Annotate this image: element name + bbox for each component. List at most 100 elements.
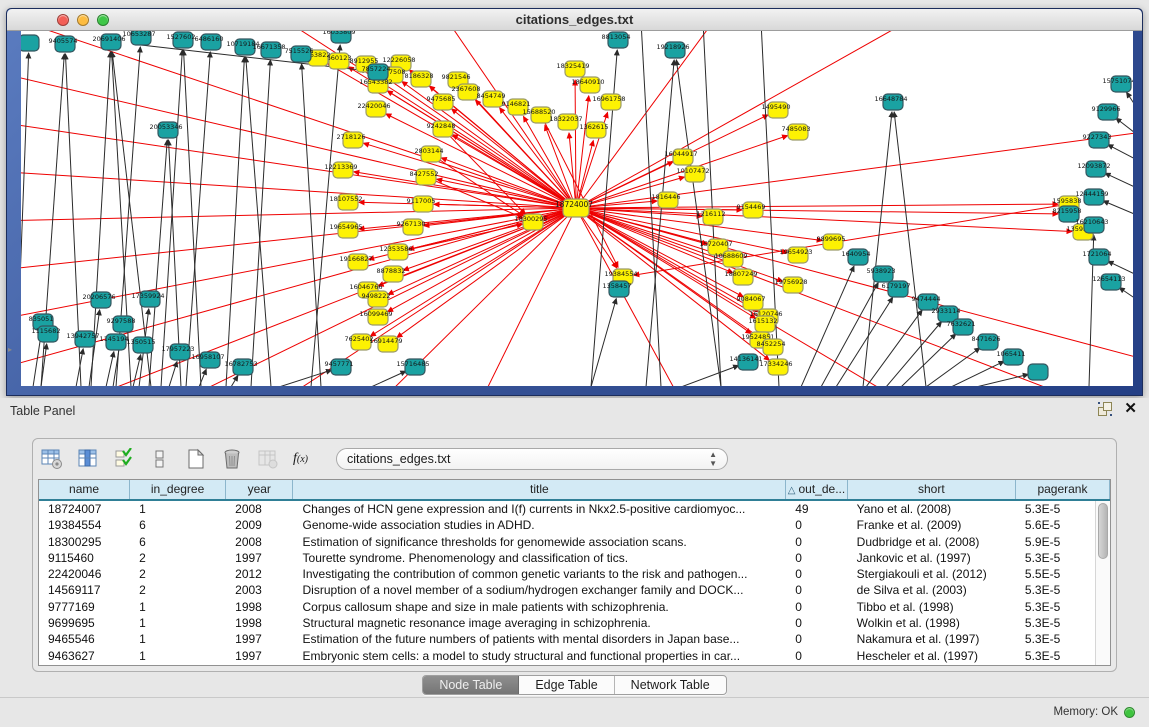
graph-node-teal[interactable]: 7632621 [947, 319, 976, 335]
cell-out_de[interactable]: 0 [786, 648, 847, 664]
graph-node-teal[interactable]: 12654113 [1092, 274, 1125, 290]
cell-in_degree[interactable]: 1 [130, 631, 226, 647]
graph-node-teal[interactable]: 16958107 [191, 352, 224, 368]
cell-title[interactable]: Investigating the contribution of common… [294, 566, 787, 582]
graph-node-yellow[interactable]: 22420046 [357, 101, 390, 117]
network-canvas[interactable]: 8660123891295512226058982750816543382818… [21, 31, 1133, 386]
cell-name[interactable]: 14569117 [39, 582, 130, 598]
cell-year[interactable]: 1998 [226, 599, 293, 615]
function-builder-icon[interactable]: f(x) [293, 451, 308, 467]
cell-short[interactable]: Dudbridge et al. (2008) [848, 534, 1016, 550]
graph-node-teal[interactable]: 15716485 [396, 359, 429, 375]
graph-node-yellow[interactable]: 1816446 [652, 192, 681, 208]
cell-out_de[interactable]: 0 [786, 599, 847, 615]
cell-name[interactable]: 18300295 [39, 534, 130, 550]
cell-in_degree[interactable]: 6 [130, 534, 226, 550]
cell-year[interactable]: 1997 [226, 550, 293, 566]
graph-node-teal[interactable]: 9227343 [1083, 132, 1112, 148]
graph-node-yellow[interactable]: 19654923 [779, 247, 812, 263]
cell-in_degree[interactable]: 6 [130, 517, 226, 533]
graph-node-yellow[interactable]: 9498222 [362, 291, 391, 307]
cell-in_degree[interactable]: 1 [130, 615, 226, 631]
graph-node-yellow[interactable]: 8186328 [405, 71, 434, 87]
graph-node-teal[interactable]: 15751074 [1102, 76, 1133, 92]
cell-out_de[interactable]: 0 [786, 615, 847, 631]
table-settings-icon[interactable] [41, 448, 63, 470]
graph-node-teal[interactable]: 13942757 [66, 331, 99, 347]
graph-node-yellow[interactable]: 2718126 [337, 132, 366, 148]
cell-short[interactable]: Tibbo et al. (1998) [848, 599, 1016, 615]
graph-node-yellow[interactable]: 16914479 [369, 336, 402, 352]
tab-network-table[interactable]: Network Table [615, 676, 726, 694]
graph-node-teal[interactable]: 16671358 [252, 42, 285, 58]
cell-name[interactable]: 9463627 [39, 648, 130, 664]
graph-node-yellow[interactable]: 1216112 [697, 209, 726, 225]
graph-node-teal[interactable]: 20691406 [92, 34, 125, 50]
cell-short[interactable]: Nakamura et al. (1997) [848, 631, 1016, 647]
graph-node-yellow[interactable]: 17334246 [759, 359, 792, 375]
cell-in_degree[interactable]: 2 [130, 550, 226, 566]
cell-year[interactable]: 2008 [226, 534, 293, 550]
cell-out_de[interactable]: 0 [786, 534, 847, 550]
graph-node-teal[interactable]: 1721064 [1083, 249, 1112, 265]
cell-short[interactable]: Wolkin et al. (1998) [848, 615, 1016, 631]
graph-node-teal[interactable]: 1527602 [167, 32, 196, 48]
cell-name[interactable]: 9777169 [39, 599, 130, 615]
cell-year[interactable]: 2009 [226, 517, 293, 533]
cell-out_de[interactable]: 0 [786, 517, 847, 533]
cell-out_de[interactable]: 0 [786, 566, 847, 582]
graph-node-yellow[interactable]: 18807249 [724, 269, 757, 285]
cell-name[interactable]: 22420046 [39, 566, 130, 582]
column-header-title[interactable]: title [293, 480, 786, 499]
graph-node-teal[interactable]: 6179197 [882, 281, 911, 297]
graph-node-teal[interactable] [21, 35, 39, 51]
graph-node-teal[interactable]: 17957223 [161, 344, 194, 360]
graph-node-yellow[interactable]: 9267130 [397, 219, 426, 235]
graph-node-teal[interactable]: 20206576 [82, 292, 115, 308]
graph-node-teal[interactable]: 9457771 [325, 359, 354, 375]
network-table-select[interactable]: citations_edges.txt ▲▼ [336, 448, 728, 470]
graph-node-yellow[interactable]: 9117005 [407, 196, 436, 212]
graph-node-yellow[interactable]: 16099469 [359, 309, 392, 325]
cell-short[interactable]: Yano et al. (2008) [848, 501, 1016, 517]
graph-node-yellow[interactable]: 9242848 [427, 121, 456, 137]
graph-node-yellow[interactable]: 9084067 [737, 294, 766, 310]
table-row[interactable]: 1456911722003Disruption of a novel membe… [39, 582, 1110, 598]
table-vertical-scrollbar[interactable] [1095, 501, 1110, 665]
cell-short[interactable]: de Silva et al. (2003) [848, 582, 1016, 598]
graph-node-teal[interactable]: 19218926 [656, 42, 689, 58]
cell-name[interactable]: 19384554 [39, 517, 130, 533]
graph-node-teal[interactable]: 9129966 [1092, 104, 1121, 120]
create-table-icon[interactable] [185, 448, 207, 470]
cell-out_de[interactable]: 49 [786, 501, 847, 517]
graph-node-teal[interactable]: 1358457 [603, 281, 632, 297]
tab-edge-table[interactable]: Edge Table [519, 676, 614, 694]
graph-node-teal[interactable]: 16782753 [224, 359, 257, 375]
scrollbar-thumb[interactable] [1098, 503, 1108, 559]
table-row[interactable]: 977716911998Corpus callosum shape and si… [39, 599, 1110, 615]
cell-year[interactable]: 2008 [226, 501, 293, 517]
graph-node-teal[interactable]: 9297588 [107, 316, 136, 332]
graph-node-yellow[interactable]: 16961758 [592, 94, 625, 110]
table-row[interactable]: 969969511998Structural magnetic resonanc… [39, 615, 1110, 631]
graph-node-yellow[interactable]: 9475685 [427, 94, 456, 110]
column-header-name[interactable]: name [39, 480, 130, 499]
graph-node-teal[interactable]: 8813054 [602, 32, 631, 48]
graph-node-yellow[interactable]: 7485083 [782, 124, 811, 140]
cell-short[interactable]: Franke et al. (2009) [848, 517, 1016, 533]
table-row[interactable]: 946362711997Embryonic stem cells: a mode… [39, 648, 1110, 664]
graph-node-teal[interactable]: 16033809 [322, 31, 355, 43]
graph-node-yellow[interactable]: 8452254 [757, 339, 786, 355]
cell-in_degree[interactable]: 1 [130, 648, 226, 664]
graph-node-yellow[interactable]: 10107472 [676, 166, 709, 182]
graph-node-yellow[interactable]: 18640910 [571, 77, 604, 93]
graph-node-yellow[interactable]: 12353586 [379, 244, 412, 260]
select-columns-icon[interactable] [77, 448, 99, 470]
cell-in_degree[interactable]: 1 [130, 501, 226, 517]
cell-name[interactable]: 9465546 [39, 631, 130, 647]
graph-node-teal[interactable]: 20053346 [149, 122, 182, 138]
graph-node-yellow[interactable]: 19654965 [329, 222, 362, 238]
cell-title[interactable]: Estimation of the future numbers of pati… [294, 631, 787, 647]
cell-in_degree[interactable]: 2 [130, 566, 226, 582]
cell-title[interactable]: Genome-wide association studies in ADHD. [294, 517, 787, 533]
